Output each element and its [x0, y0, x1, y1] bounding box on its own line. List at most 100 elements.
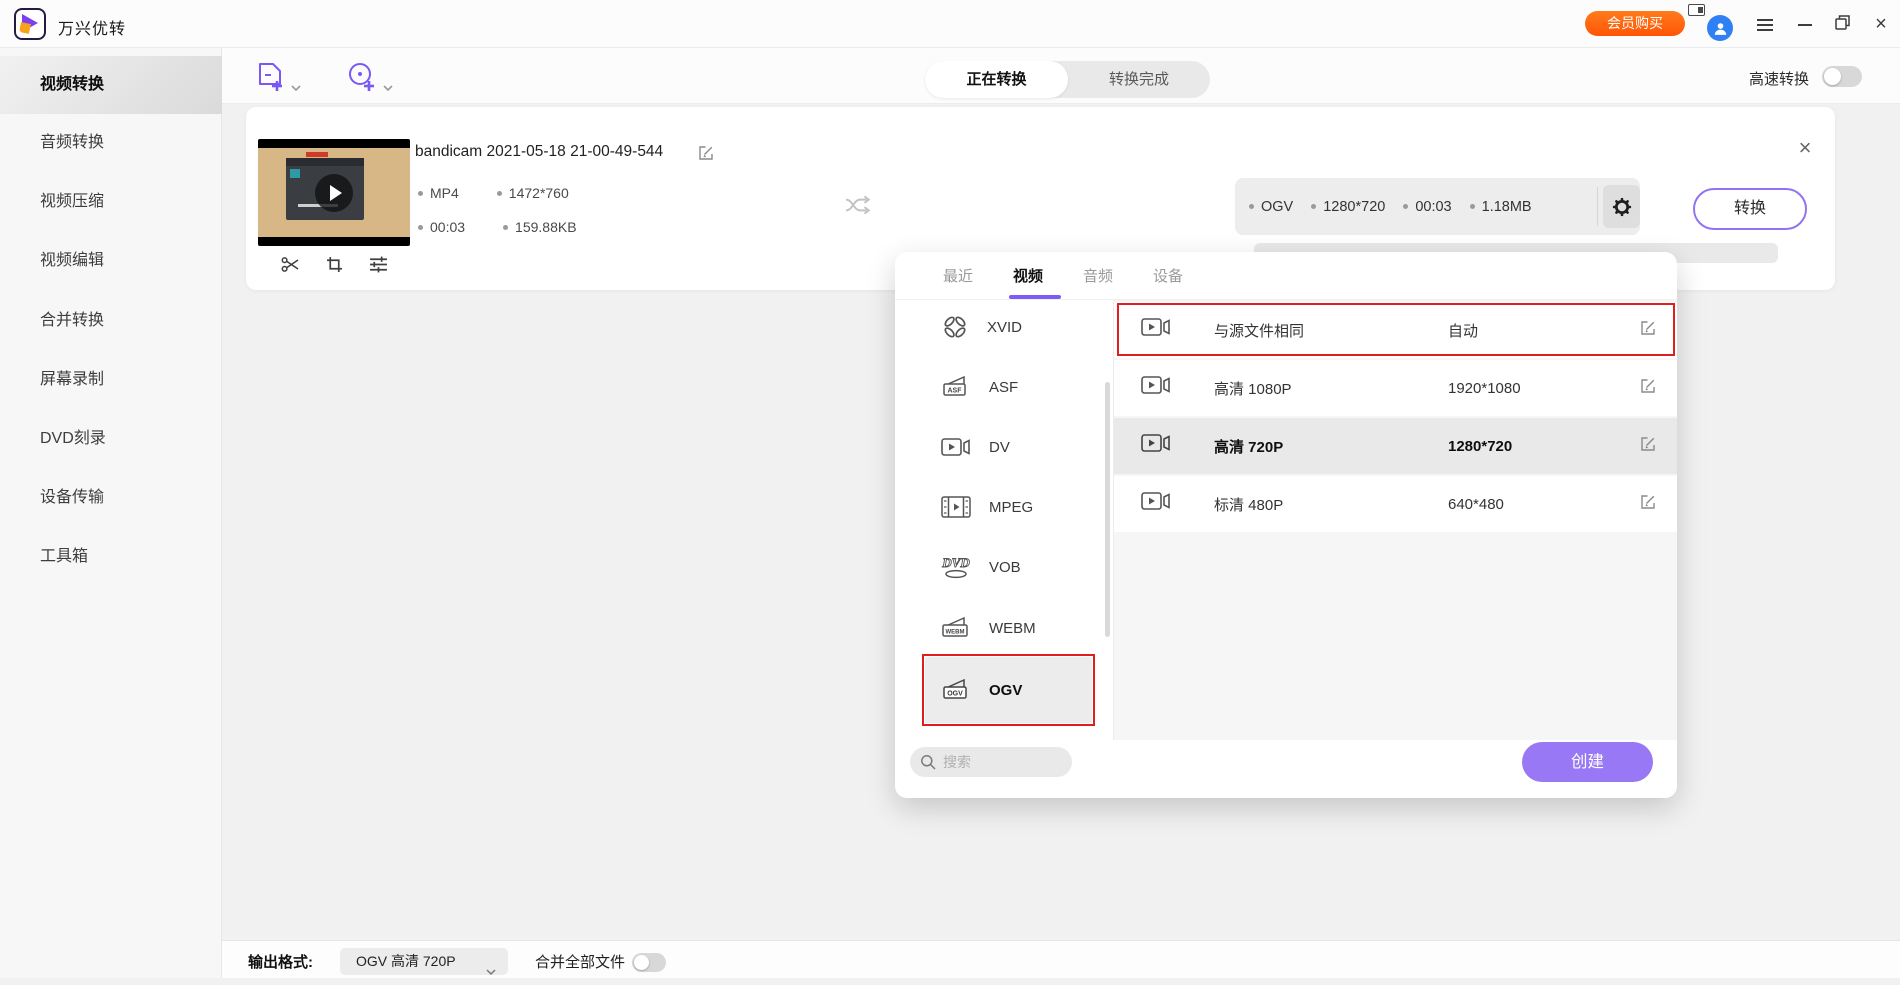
- xvid-icon: [941, 313, 969, 341]
- svg-text:WEBM: WEBM: [946, 629, 965, 635]
- purchase-card-icon: [1688, 4, 1705, 16]
- play-button[interactable]: [315, 174, 353, 212]
- source-size: 159.88KB: [515, 219, 577, 235]
- sidebar-item-dvd-burn[interactable]: DVD刻录: [40, 427, 106, 451]
- sidebar-item-toolbox[interactable]: 工具箱: [40, 545, 88, 569]
- format-panel-tabs: 最近 视频 音频 设备: [895, 252, 1677, 300]
- format-item-xvid[interactable]: XVID: [895, 299, 1113, 355]
- transfer-icon: [844, 193, 872, 222]
- search-input[interactable]: [943, 754, 1053, 770]
- asf-icon: ASF: [941, 374, 971, 401]
- resolution-row-1080p[interactable]: 高清 1080P 1920*1080: [1114, 360, 1677, 416]
- format-panel: 最近 视频 音频 设备 XVID ASF ASF DV MPEG DVD VOB…: [895, 252, 1677, 798]
- sidebar-item-merge-convert[interactable]: 合并转换: [40, 309, 104, 333]
- sidebar-item-screen-record[interactable]: 屏幕录制: [40, 368, 104, 392]
- output-duration: 00:03: [1415, 199, 1451, 215]
- output-format-select[interactable]: OGV 高清 720P: [340, 948, 508, 975]
- rename-icon[interactable]: [698, 145, 714, 166]
- format-item-dv[interactable]: DV: [895, 419, 1113, 475]
- merge-all-toggle[interactable]: [632, 953, 666, 972]
- app-title: 万兴优转: [58, 15, 126, 39]
- output-format-value: OGV 高清 720P: [356, 953, 456, 969]
- panel-tab-audio[interactable]: 音频: [1083, 265, 1113, 286]
- bullet: [503, 225, 508, 230]
- merge-all-label: 合并全部文件: [535, 951, 625, 972]
- dv-icon: [941, 436, 971, 459]
- remove-file-icon[interactable]: ×: [1794, 135, 1816, 161]
- output-resolution: 1280*720: [1323, 199, 1385, 215]
- sidebar: 视频转换 音频转换 视频压缩 视频编辑 合并转换 屏幕录制 DVD刻录 设备传输…: [0, 48, 222, 978]
- source-format: MP4: [430, 185, 459, 201]
- format-item-webm[interactable]: WEBM WEBM: [895, 600, 1113, 656]
- output-size: 1.18MB: [1482, 199, 1532, 215]
- sidebar-item-audio-convert[interactable]: 音频转换: [40, 131, 104, 155]
- title-bar: 万兴优转 会员购买 ×: [0, 0, 1900, 48]
- video-camera-icon: [1141, 374, 1171, 402]
- edit-preset-icon[interactable]: [1640, 378, 1656, 399]
- chevron-down-icon: [291, 85, 301, 92]
- video-thumbnail[interactable]: [258, 139, 410, 246]
- sidebar-item-video-edit[interactable]: 视频编辑: [40, 249, 104, 273]
- annotation-box-same-as-source: [1117, 303, 1675, 356]
- chevron-down-icon: [383, 85, 393, 92]
- create-button[interactable]: 创建: [1522, 742, 1653, 782]
- convert-tabs: 正在转换 转换完成: [925, 61, 1210, 98]
- bullet: [418, 225, 423, 230]
- highspeed-toggle[interactable]: [1822, 66, 1862, 87]
- effects-icon[interactable]: [369, 256, 388, 278]
- add-file-button[interactable]: [258, 62, 301, 92]
- resolution-row-720p[interactable]: 高清 720P 1280*720: [1114, 418, 1677, 474]
- sidebar-item-video-convert[interactable]: 视频转换: [40, 73, 104, 97]
- edit-preset-icon[interactable]: [1640, 436, 1656, 457]
- panel-tab-device[interactable]: 设备: [1153, 265, 1183, 286]
- restore-button[interactable]: [1835, 15, 1853, 31]
- chevron-down-icon: [486, 958, 496, 985]
- resolution-row-480p[interactable]: 标清 480P 640*480: [1114, 476, 1677, 532]
- tab-converting[interactable]: 正在转换: [925, 61, 1068, 98]
- search-icon: [920, 754, 936, 770]
- clip-tools: [281, 256, 388, 278]
- minimize-button[interactable]: [1797, 16, 1815, 32]
- user-avatar[interactable]: [1707, 15, 1733, 41]
- add-disc-icon: [348, 62, 377, 92]
- format-item-asf[interactable]: ASF ASF: [895, 359, 1113, 415]
- tab-finished[interactable]: 转换完成: [1068, 61, 1210, 98]
- format-item-vob[interactable]: DVD VOB: [895, 539, 1113, 595]
- source-resolution: 1472*760: [509, 185, 569, 201]
- menu-icon[interactable]: [1757, 16, 1775, 32]
- bullet: [497, 191, 502, 196]
- output-format: OGV: [1261, 199, 1293, 215]
- convert-button[interactable]: 转换: [1693, 188, 1807, 230]
- close-button[interactable]: ×: [1872, 16, 1890, 32]
- video-camera-icon: [1141, 490, 1171, 518]
- add-disc-button[interactable]: [348, 62, 393, 92]
- format-item-mpeg[interactable]: MPEG: [895, 479, 1113, 535]
- bottom-bar: 输出格式: OGV 高清 720P 合并全部文件: [222, 940, 1900, 978]
- source-meta-row1: MP4 1472*760: [418, 185, 569, 201]
- source-meta-row2: 00:03 159.88KB: [418, 219, 577, 235]
- vob-icon: DVD: [941, 554, 971, 581]
- trim-icon[interactable]: [281, 256, 300, 278]
- mpeg-icon: [941, 495, 971, 519]
- sidebar-item-device-transfer[interactable]: 设备传输: [40, 486, 104, 510]
- webm-icon: WEBM: [941, 615, 971, 642]
- divider: [1597, 187, 1598, 226]
- video-camera-icon: [1141, 432, 1171, 460]
- member-purchase-button[interactable]: 会员购买: [1585, 11, 1685, 36]
- app-logo-icon: [14, 8, 46, 40]
- gear-icon: [1611, 196, 1633, 218]
- edit-preset-icon[interactable]: [1640, 494, 1656, 515]
- svg-text:ASF: ASF: [948, 387, 963, 394]
- output-settings-bar[interactable]: OGV 1280*720 00:03 1.18MB: [1235, 178, 1640, 235]
- highspeed-label: 高速转换: [1749, 68, 1809, 89]
- panel-tab-recent[interactable]: 最近: [943, 265, 973, 286]
- output-settings-button[interactable]: [1603, 185, 1640, 228]
- svg-text:DVD: DVD: [941, 555, 970, 570]
- bullet: [418, 191, 423, 196]
- format-search[interactable]: [910, 747, 1072, 777]
- format-list-scrollbar[interactable]: [1105, 382, 1110, 637]
- sidebar-item-video-compress[interactable]: 视频压缩: [40, 190, 104, 214]
- panel-tab-video[interactable]: 视频: [1013, 265, 1043, 286]
- crop-icon[interactable]: [326, 256, 343, 278]
- toolbar: 正在转换 转换完成 高速转换: [222, 48, 1900, 104]
